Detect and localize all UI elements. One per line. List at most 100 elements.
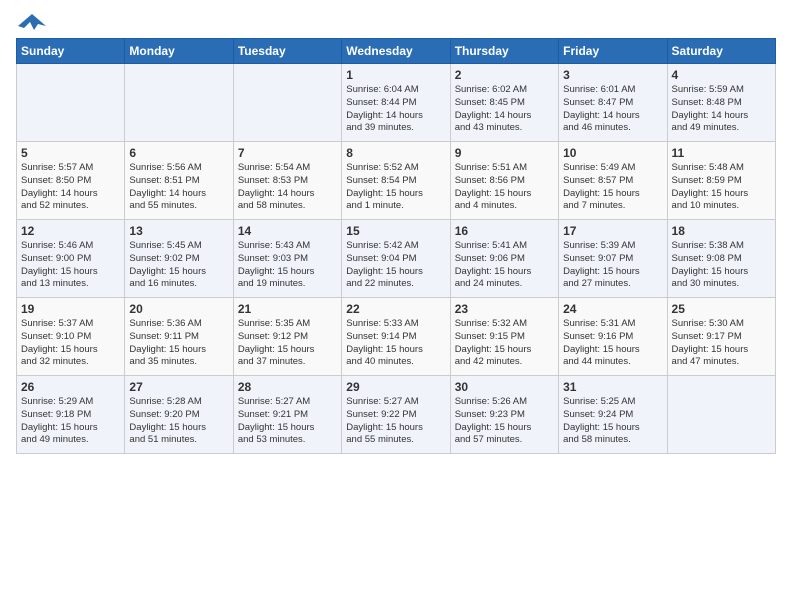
calendar-week-row: 1 Sunrise: 6:04 AMSunset: 8:44 PMDaylight… (17, 64, 776, 142)
day-number: 28 (238, 380, 337, 394)
day-info: Sunrise: 5:56 AMSunset: 8:51 PMDaylight:… (129, 162, 228, 213)
day-number: 16 (455, 224, 554, 238)
day-info: Sunrise: 6:02 AMSunset: 8:45 PMDaylight:… (455, 84, 554, 135)
day-info: Sunrise: 5:27 AMSunset: 9:21 PMDaylight:… (238, 396, 337, 447)
day-number: 23 (455, 302, 554, 316)
day-number: 27 (129, 380, 228, 394)
calendar-cell: 29 Sunrise: 5:27 AMSunset: 9:22 PMDayligh… (342, 376, 450, 454)
page: SundayMondayTuesdayWednesdayThursdayFrid… (0, 0, 792, 464)
day-info: Sunrise: 5:59 AMSunset: 8:48 PMDaylight:… (672, 84, 771, 135)
logo (16, 10, 46, 30)
day-info: Sunrise: 6:04 AMSunset: 8:44 PMDaylight:… (346, 84, 445, 135)
calendar-cell: 31 Sunrise: 5:25 AMSunset: 9:24 PMDayligh… (559, 376, 667, 454)
day-info: Sunrise: 5:51 AMSunset: 8:56 PMDaylight:… (455, 162, 554, 213)
weekday-monday: Monday (125, 39, 233, 64)
calendar-cell: 4 Sunrise: 5:59 AMSunset: 8:48 PMDaylight… (667, 64, 775, 142)
day-number: 12 (21, 224, 120, 238)
weekday-wednesday: Wednesday (342, 39, 450, 64)
weekday-tuesday: Tuesday (233, 39, 341, 64)
day-number: 17 (563, 224, 662, 238)
day-info: Sunrise: 5:27 AMSunset: 9:22 PMDaylight:… (346, 396, 445, 447)
day-number: 18 (672, 224, 771, 238)
calendar-cell (233, 64, 341, 142)
day-info: Sunrise: 5:26 AMSunset: 9:23 PMDaylight:… (455, 396, 554, 447)
calendar-cell: 9 Sunrise: 5:51 AMSunset: 8:56 PMDaylight… (450, 142, 558, 220)
day-number: 15 (346, 224, 445, 238)
day-info: Sunrise: 5:38 AMSunset: 9:08 PMDaylight:… (672, 240, 771, 291)
weekday-header-row: SundayMondayTuesdayWednesdayThursdayFrid… (17, 39, 776, 64)
day-info: Sunrise: 5:36 AMSunset: 9:11 PMDaylight:… (129, 318, 228, 369)
day-number: 20 (129, 302, 228, 316)
calendar-cell: 18 Sunrise: 5:38 AMSunset: 9:08 PMDayligh… (667, 220, 775, 298)
day-info: Sunrise: 5:57 AMSunset: 8:50 PMDaylight:… (21, 162, 120, 213)
day-info: Sunrise: 5:28 AMSunset: 9:20 PMDaylight:… (129, 396, 228, 447)
calendar-cell: 21 Sunrise: 5:35 AMSunset: 9:12 PMDayligh… (233, 298, 341, 376)
day-info: Sunrise: 5:41 AMSunset: 9:06 PMDaylight:… (455, 240, 554, 291)
day-info: Sunrise: 5:33 AMSunset: 9:14 PMDaylight:… (346, 318, 445, 369)
calendar-week-row: 19 Sunrise: 5:37 AMSunset: 9:10 PMDayligh… (17, 298, 776, 376)
day-number: 6 (129, 146, 228, 160)
day-number: 21 (238, 302, 337, 316)
weekday-thursday: Thursday (450, 39, 558, 64)
day-info: Sunrise: 5:37 AMSunset: 9:10 PMDaylight:… (21, 318, 120, 369)
day-number: 5 (21, 146, 120, 160)
day-number: 19 (21, 302, 120, 316)
calendar-cell: 15Sunrise: 5:42 AMSunset: 9:04 PMDayligh… (342, 220, 450, 298)
calendar-cell: 22 Sunrise: 5:33 AMSunset: 9:14 PMDayligh… (342, 298, 450, 376)
day-number: 13 (129, 224, 228, 238)
day-number: 31 (563, 380, 662, 394)
day-number: 9 (455, 146, 554, 160)
calendar-cell: 26 Sunrise: 5:29 AMSunset: 9:18 PMDayligh… (17, 376, 125, 454)
day-info: Sunrise: 5:25 AMSunset: 9:24 PMDaylight:… (563, 396, 662, 447)
calendar-cell (667, 376, 775, 454)
day-number: 7 (238, 146, 337, 160)
calendar-cell: 30 Sunrise: 5:26 AMSunset: 9:23 PMDayligh… (450, 376, 558, 454)
calendar-table: SundayMondayTuesdayWednesdayThursdayFrid… (16, 38, 776, 454)
day-number: 4 (672, 68, 771, 82)
calendar-cell (17, 64, 125, 142)
weekday-saturday: Saturday (667, 39, 775, 64)
day-info: Sunrise: 5:54 AMSunset: 8:53 PMDaylight:… (238, 162, 337, 213)
day-info: Sunrise: 5:48 AMSunset: 8:59 PMDaylight:… (672, 162, 771, 213)
day-number: 2 (455, 68, 554, 82)
day-info: Sunrise: 5:49 AMSunset: 8:57 PMDaylight:… (563, 162, 662, 213)
calendar-cell: 19 Sunrise: 5:37 AMSunset: 9:10 PMDayligh… (17, 298, 125, 376)
day-info: Sunrise: 5:39 AMSunset: 9:07 PMDaylight:… (563, 240, 662, 291)
day-info: Sunrise: 5:35 AMSunset: 9:12 PMDaylight:… (238, 318, 337, 369)
day-info: Sunrise: 5:29 AMSunset: 9:18 PMDaylight:… (21, 396, 120, 447)
calendar-cell: 17 Sunrise: 5:39 AMSunset: 9:07 PMDayligh… (559, 220, 667, 298)
day-number: 30 (455, 380, 554, 394)
calendar-cell: 1 Sunrise: 6:04 AMSunset: 8:44 PMDaylight… (342, 64, 450, 142)
calendar-cell: 6 Sunrise: 5:56 AMSunset: 8:51 PMDaylight… (125, 142, 233, 220)
calendar-cell: 12 Sunrise: 5:46 AMSunset: 9:00 PMDayligh… (17, 220, 125, 298)
day-number: 11 (672, 146, 771, 160)
calendar-week-row: 26 Sunrise: 5:29 AMSunset: 9:18 PMDayligh… (17, 376, 776, 454)
day-number: 3 (563, 68, 662, 82)
calendar-cell: 27 Sunrise: 5:28 AMSunset: 9:20 PMDayligh… (125, 376, 233, 454)
day-number: 26 (21, 380, 120, 394)
calendar-cell: 20 Sunrise: 5:36 AMSunset: 9:11 PMDayligh… (125, 298, 233, 376)
calendar-cell: 3 Sunrise: 6:01 AMSunset: 8:47 PMDaylight… (559, 64, 667, 142)
calendar-cell: 23Sunrise: 5:32 AMSunset: 9:15 PMDayligh… (450, 298, 558, 376)
calendar-week-row: 5 Sunrise: 5:57 AMSunset: 8:50 PMDaylight… (17, 142, 776, 220)
day-number: 29 (346, 380, 445, 394)
header (16, 10, 776, 30)
day-number: 25 (672, 302, 771, 316)
weekday-friday: Friday (559, 39, 667, 64)
logo-bird-icon (18, 10, 46, 38)
calendar-cell: 24Sunrise: 5:31 AMSunset: 9:16 PMDayligh… (559, 298, 667, 376)
day-number: 1 (346, 68, 445, 82)
calendar-cell: 11 Sunrise: 5:48 AMSunset: 8:59 PMDayligh… (667, 142, 775, 220)
day-info: Sunrise: 5:31 AMSunset: 9:16 PMDaylight:… (563, 318, 662, 369)
day-number: 14 (238, 224, 337, 238)
calendar-cell: 5 Sunrise: 5:57 AMSunset: 8:50 PMDaylight… (17, 142, 125, 220)
calendar-cell: 16 Sunrise: 5:41 AMSunset: 9:06 PMDayligh… (450, 220, 558, 298)
calendar-cell: 10Sunrise: 5:49 AMSunset: 8:57 PMDayligh… (559, 142, 667, 220)
day-number: 22 (346, 302, 445, 316)
day-info: Sunrise: 6:01 AMSunset: 8:47 PMDaylight:… (563, 84, 662, 135)
calendar-cell: 28 Sunrise: 5:27 AMSunset: 9:21 PMDayligh… (233, 376, 341, 454)
day-number: 8 (346, 146, 445, 160)
day-info: Sunrise: 5:45 AMSunset: 9:02 PMDaylight:… (129, 240, 228, 291)
day-info: Sunrise: 5:46 AMSunset: 9:00 PMDaylight:… (21, 240, 120, 291)
calendar-cell: 25Sunrise: 5:30 AMSunset: 9:17 PMDayligh… (667, 298, 775, 376)
